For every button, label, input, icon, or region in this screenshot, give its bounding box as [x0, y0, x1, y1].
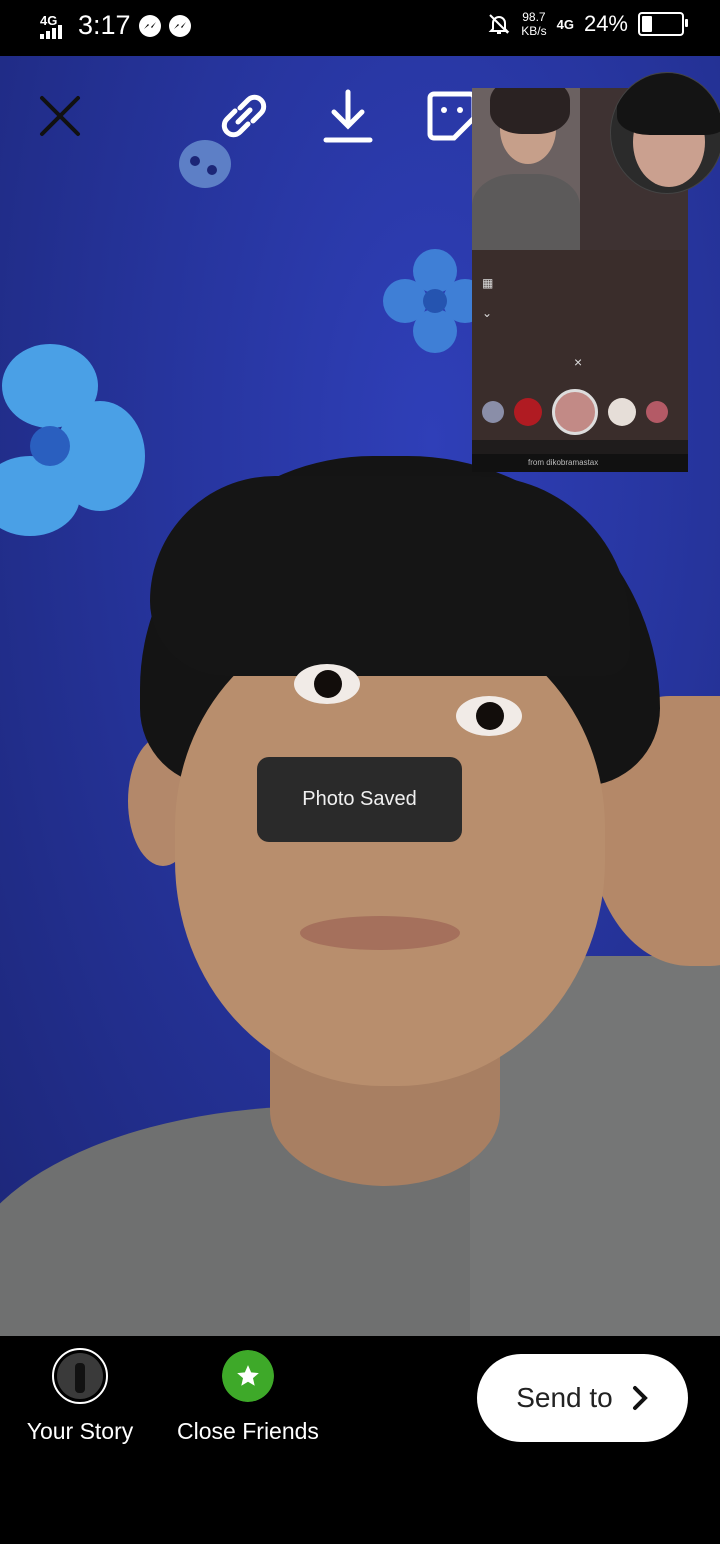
flower-decoration [0, 344, 145, 536]
status-right: 98.7 KB/s 4G 24% [487, 10, 688, 38]
mouth [300, 916, 460, 950]
battery-icon [638, 12, 688, 36]
network-speed: 98.7 KB/s [521, 10, 546, 38]
inset-avatar [610, 72, 720, 194]
close-icon[interactable] [32, 88, 88, 144]
send-to-button[interactable]: Send to [477, 1354, 688, 1442]
mute-bell-icon [488, 14, 510, 34]
network-type-right: 4G [556, 16, 574, 32]
close-friends-label: Close Friends [177, 1418, 319, 1444]
right-eye [456, 696, 522, 736]
battery-percent: 24% [583, 11, 628, 36]
chevron-right-icon [632, 1386, 648, 1410]
status-left: 4G 3:17 [38, 10, 191, 41]
photo-saved-toast: Photo Saved [257, 757, 462, 842]
your-story-label: Your Story [26, 1418, 134, 1444]
download-icon[interactable] [320, 88, 376, 144]
layout-icon: ▦ [482, 276, 494, 290]
inset-filter-row [482, 389, 682, 435]
star-icon [237, 1365, 259, 1386]
messenger-icon [168, 14, 191, 37]
hair-fringe [150, 476, 630, 676]
close-friends-button[interactable]: Close Friends [172, 1348, 324, 1445]
share-bar: Your Story Close Friends Send to [0, 1336, 720, 1544]
send-to-label: Send to [516, 1382, 613, 1413]
face [175, 616, 605, 1086]
toast-text: Photo Saved [302, 788, 417, 810]
inset-caption-bar: from dikobramastax [472, 454, 688, 472]
status-bar: 4G 3:17 98.7 KB/s 4G 24% [0, 0, 720, 56]
messenger-icon [138, 14, 161, 37]
chevron-down-icon: ⌄ [482, 306, 493, 320]
avatar [52, 1348, 108, 1404]
inset-camera-left [472, 88, 580, 254]
close-friends-circle [220, 1348, 276, 1404]
inset-caption: from dikobramastax [528, 458, 599, 467]
close-icon: × [574, 354, 583, 370]
speed-value: 98.7 [522, 10, 546, 24]
your-story-button[interactable]: Your Story [24, 1348, 136, 1445]
link-icon[interactable] [216, 88, 272, 144]
speed-unit: KB/s [521, 24, 547, 38]
clock: 3:17 [78, 10, 131, 40]
signal-icon: 4G [38, 11, 70, 41]
left-eye [294, 664, 360, 704]
